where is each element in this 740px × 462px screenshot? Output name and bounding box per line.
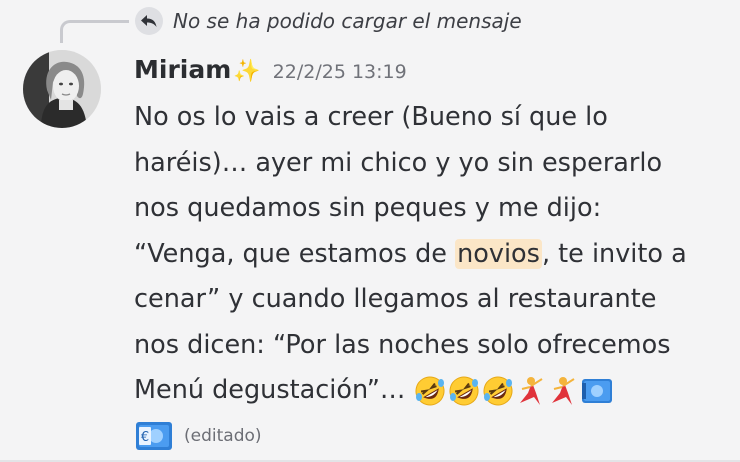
message-line: “Venga, que estamos de novios, te invito… (134, 232, 724, 278)
reply-connector-line (60, 20, 129, 43)
message-text: “Venga, que estamos de (134, 238, 456, 269)
message-line: nos quedamos sin peques y me dijo: (134, 193, 602, 223)
rolling-on-floor-laughing-icon[interactable] (448, 375, 480, 407)
dancer-icon[interactable] (516, 375, 546, 407)
sparkles-icon: ✨ (233, 59, 261, 84)
message-text: , te invito a (541, 238, 687, 269)
message-line: nos dicen: “Por las noches solo ofrecemo… (134, 329, 671, 360)
svg-text:€: € (141, 430, 149, 445)
message-header: Miriam✨ 22/2/25 13:19 (134, 55, 407, 84)
avatar[interactable] (23, 50, 101, 128)
message-line: No os lo vais a creer (Bueno sí que lo (134, 102, 608, 132)
message-line: haréis)… ayer mi chico y yo sin esperarl… (134, 147, 663, 178)
dancer-icon[interactable] (548, 375, 578, 407)
euro-banknote-icon[interactable]: € (134, 418, 174, 454)
author-name-wrap[interactable]: Miriam✨ (134, 55, 261, 84)
message-footer: € (editado) (134, 414, 724, 460)
highlighted-word: novios (455, 238, 542, 269)
reply-reference[interactable]: No se ha podido cargar el mensaje (135, 6, 522, 36)
euro-banknote-icon[interactable] (580, 375, 614, 407)
message-text: Menú degustación”… (134, 375, 414, 405)
message-line: Menú degustación”… (134, 368, 724, 414)
message-line: cenar” y cuando llegamos al restaurante (134, 284, 657, 314)
author-name[interactable]: Miriam (134, 55, 231, 84)
reply-arrow-icon (135, 7, 163, 35)
rolling-on-floor-laughing-icon[interactable] (482, 375, 514, 407)
reply-unavailable-text: No se ha podido cargar el mensaje (173, 9, 522, 33)
emoji-group (414, 375, 614, 407)
message-timestamp[interactable]: 22/2/25 13:19 (273, 61, 407, 83)
edited-label: (editado) (184, 425, 262, 446)
rolling-on-floor-laughing-icon[interactable] (414, 375, 446, 407)
message-content: No os lo vais a creer (Bueno sí que lo h… (134, 95, 724, 459)
